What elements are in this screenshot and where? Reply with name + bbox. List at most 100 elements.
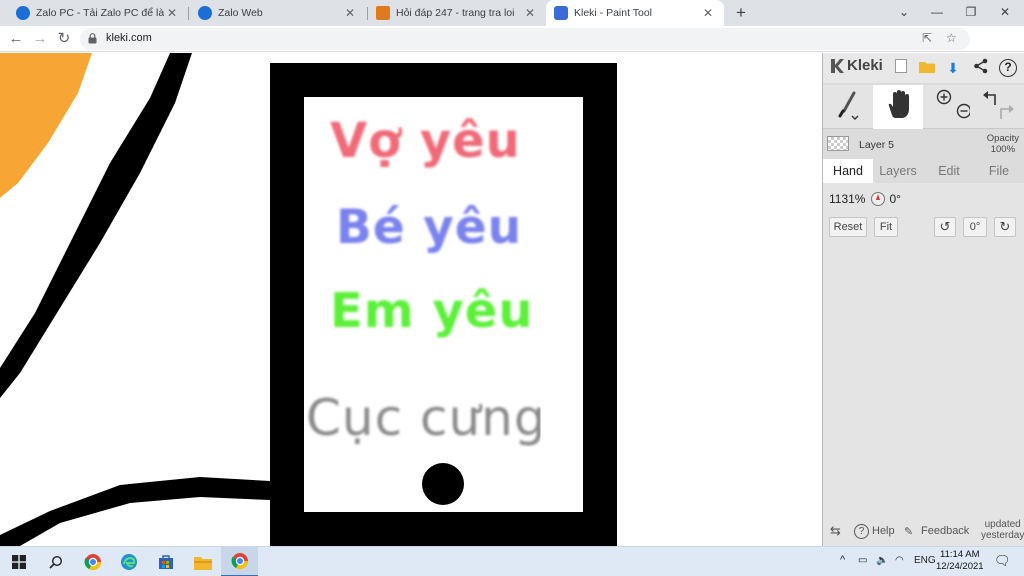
language-indicator[interactable]: ENG <box>914 555 936 566</box>
tab-edit[interactable]: Edit <box>924 159 974 183</box>
black-stroke-bottom <box>0 477 270 546</box>
clock-date: 12/24/2021 <box>936 561 984 572</box>
rotate-right-icon[interactable]: ↻ <box>994 217 1016 237</box>
share-page-icon[interactable]: ⇱ <box>922 31 932 45</box>
layer-thumbnail <box>827 136 849 151</box>
chrome-icon[interactable] <box>74 547 111 576</box>
opacity-value: 100% <box>990 144 1016 155</box>
download-icon[interactable]: ⬇ <box>943 58 963 78</box>
address-bar[interactable]: kleki.com ⇱ ☆ <box>80 28 970 50</box>
canvas-text-em-yeu: Em yêu <box>330 283 534 339</box>
kleki-logo[interactable]: Kleki <box>829 57 883 74</box>
forward-arrow-icon[interactable]: → <box>29 28 51 50</box>
brush-icon <box>838 91 859 120</box>
browser-tab-zalo-web[interactable]: Zalo Web ✕ <box>190 0 366 26</box>
phone-home-button <box>422 463 464 505</box>
redo-icon[interactable] <box>1000 105 1014 119</box>
drawing-canvas[interactable]: Vợ yêu Bé yêu Em yêu Cục cưng <box>0 53 822 546</box>
new-image-icon[interactable] <box>891 58 911 78</box>
fit-button[interactable]: Fit <box>874 217 898 237</box>
close-icon[interactable]: ✕ <box>342 5 358 21</box>
zoom-out-icon[interactable] <box>956 103 972 119</box>
tab-file[interactable]: File <box>974 159 1024 183</box>
browser-tab-hoidap[interactable]: Hỏi đáp 247 - trang tra loi ✕ <box>368 0 546 26</box>
tab-title: Zalo PC - Tải Zalo PC để làm việc <box>36 7 164 19</box>
zoom-level: 1131% <box>829 192 866 206</box>
opacity-label: Opacity <box>986 133 1019 144</box>
close-icon[interactable]: ✕ <box>700 5 716 21</box>
lock-icon <box>88 33 97 44</box>
reset-button[interactable]: Reset <box>829 217 867 237</box>
browser-tab-kleki[interactable]: Kleki - Paint Tool ✕ <box>546 0 724 26</box>
tab-search-chevron-icon[interactable]: ⌄ <box>887 0 921 26</box>
window-close-icon[interactable]: ✕ <box>988 0 1022 26</box>
rotate-left-icon[interactable]: ↺ <box>934 217 956 237</box>
volume-muted-icon[interactable]: 🔈 <box>876 555 888 566</box>
panel-tabs: Hand Layers Edit File <box>823 159 1024 183</box>
url-text: kleki.com <box>106 32 152 44</box>
close-icon[interactable]: ✕ <box>522 5 538 21</box>
rotation-angle: 0° <box>889 192 901 206</box>
back-arrow-icon[interactable]: ← <box>5 28 27 50</box>
browser-toolbar: ← → ↻ kleki.com ⇱ ☆ ⋮ <box>0 26 1024 74</box>
edge-icon[interactable] <box>110 547 147 576</box>
feedback-link[interactable]: Feedback <box>921 525 969 537</box>
hand-tool-button[interactable] <box>873 85 923 129</box>
swap-side-icon[interactable]: ⇆ <box>830 523 841 539</box>
help-question-icon[interactable]: ? <box>999 59 1017 77</box>
logo-text: Kleki <box>847 57 883 74</box>
help-link[interactable]: Help <box>872 525 895 537</box>
taskbar-clock[interactable]: 11:14 AM 12/24/2021 <box>936 549 984 573</box>
feedback-pen-icon[interactable]: ✎ <box>904 525 913 538</box>
help-icon[interactable]: ? <box>854 524 869 539</box>
restore-icon[interactable]: ❐ <box>954 0 988 26</box>
panel-header: Kleki ⬇ ? <box>823 53 1024 83</box>
hand-tool-panel: 1131% 0° Reset Fit ↺ 0° ↻ <box>823 183 1024 546</box>
updated-when: yesterday <box>981 530 1024 541</box>
undo-icon[interactable] <box>983 91 996 105</box>
search-icon[interactable] <box>37 547 74 576</box>
new-tab-plus-icon[interactable]: + <box>730 2 752 24</box>
tool-row <box>823 85 1024 129</box>
hand-icon <box>888 90 909 118</box>
angle-button[interactable]: 0° <box>963 217 987 237</box>
tray-chevron-up-icon[interactable]: ^ <box>840 554 845 566</box>
tab-title: Hỏi đáp 247 - trang tra loi <box>396 7 515 19</box>
reload-icon[interactable]: ↻ <box>53 28 75 50</box>
minimize-icon[interactable]: — <box>920 0 954 26</box>
close-icon[interactable]: ✕ <box>164 5 180 21</box>
orange-shape <box>0 53 92 198</box>
browser-tab-zalo-pc[interactable]: Zalo PC - Tải Zalo PC để làm việc ✕ <box>8 0 188 26</box>
zoom-buttons <box>925 85 975 129</box>
wifi-icon[interactable]: ◠ <box>895 555 904 566</box>
tab-hand[interactable]: Hand <box>823 159 873 183</box>
canvas-text-vo-yeu: Vợ yêu <box>330 113 521 169</box>
windows-start-icon[interactable] <box>0 547 37 576</box>
current-layer-row[interactable]: Layer 5 Opacity 100% <box>823 131 1024 159</box>
share-icon[interactable] <box>971 58 991 78</box>
file-explorer-icon[interactable] <box>184 547 221 576</box>
chrome-running-icon[interactable] <box>221 547 258 576</box>
open-folder-icon[interactable] <box>917 58 937 78</box>
tab-title: Kleki - Paint Tool <box>574 7 653 19</box>
canvas-text-cuc-cung: Cục cưng <box>306 389 547 447</box>
tab-layers[interactable]: Layers <box>873 159 923 183</box>
kleki-side-panel: Kleki ⬇ ? Layer 5 Opacity 100% Hand Laye… <box>822 53 1024 546</box>
notifications-icon[interactable]: 🗨 <box>994 553 1011 569</box>
tab-title: Zalo Web <box>218 7 263 19</box>
zalo-favicon-icon <box>16 6 30 20</box>
zoom-in-icon[interactable] <box>936 89 952 105</box>
zoom-rotation-readout: 1131% 0° <box>829 192 901 206</box>
zalo-favicon-icon <box>198 6 212 20</box>
compass-icon <box>871 192 886 206</box>
store-icon[interactable] <box>147 547 184 576</box>
windows-taskbar: ^ ▭ 🔈 ◠ ENG 11:14 AM 12/24/2021 🗨 <box>0 546 1024 576</box>
layer-opacity: Opacity 100% <box>987 133 1019 155</box>
canvas-text-be-yeu: Bé yêu <box>336 200 523 255</box>
browser-tab-strip: Zalo PC - Tải Zalo PC để làm việc ✕ Zalo… <box>0 0 1024 26</box>
bookmark-star-icon[interactable]: ☆ <box>946 31 957 45</box>
clock-time: 11:14 AM <box>940 549 980 560</box>
updated-note: updated yesterday <box>981 519 1024 541</box>
battery-icon[interactable]: ▭ <box>858 555 867 566</box>
brush-tool-button[interactable] <box>823 85 873 129</box>
